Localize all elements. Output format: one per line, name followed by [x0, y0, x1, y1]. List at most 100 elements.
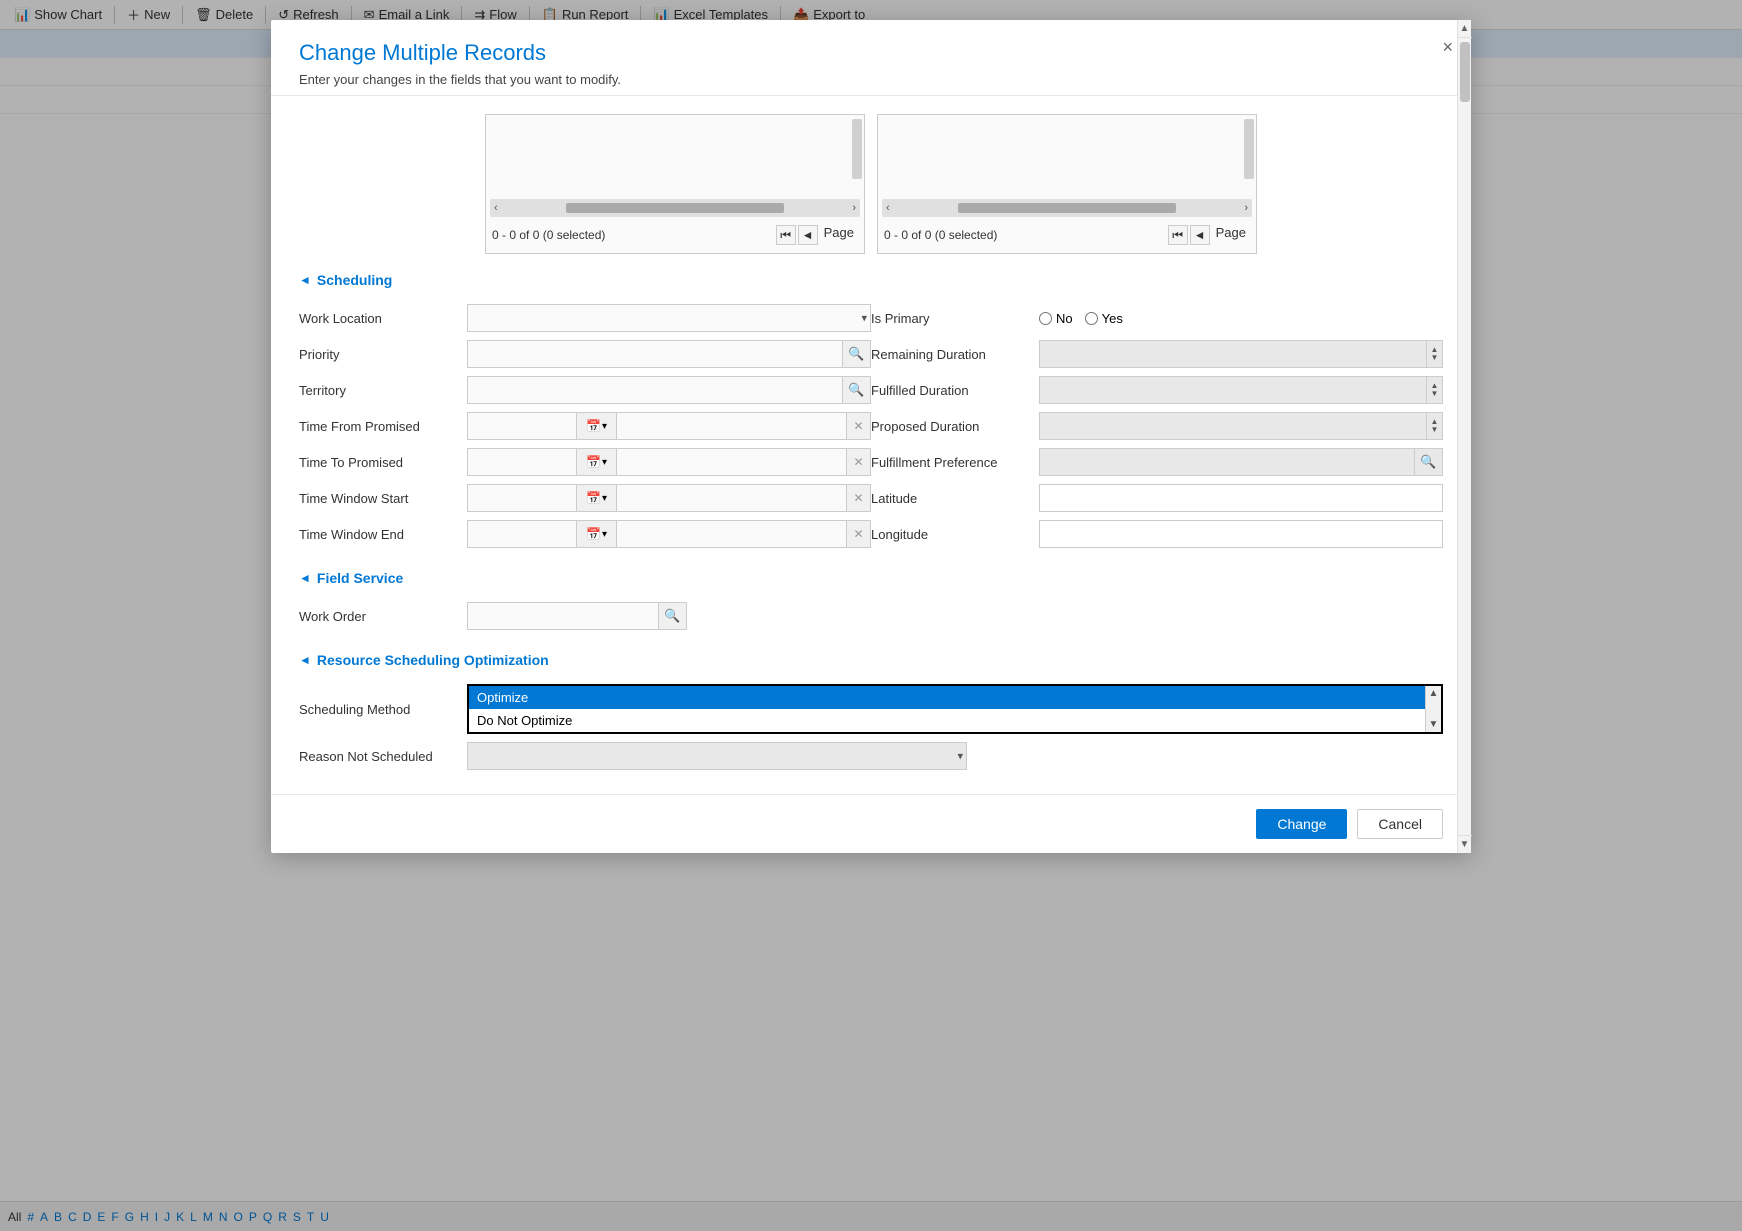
lookup-panel-2-scroll-left[interactable]: ‹	[886, 202, 890, 214]
work-order-lookup-btn[interactable]: 🔍	[659, 602, 687, 630]
longitude-row: Longitude	[871, 516, 1443, 552]
time-window-start-date-input[interactable]	[467, 484, 577, 512]
time-to-promised-date-input[interactable]	[467, 448, 577, 476]
time-window-end-date-input[interactable]	[467, 520, 577, 548]
calendar-icon-4: 📅	[586, 527, 601, 541]
fulfilled-duration-field: ▲ ▼	[1039, 376, 1443, 404]
lookup-panel-1-prev-btn[interactable]: ◄	[798, 225, 818, 245]
time-window-start-dropdown-icon: ▾	[602, 493, 607, 504]
lookup-panel-1-first-btn[interactable]: ⏮	[776, 225, 796, 245]
time-from-promised-date-input[interactable]	[467, 412, 577, 440]
change-button[interactable]: Change	[1256, 809, 1347, 839]
modal-scrollbar-thumb[interactable]	[1460, 42, 1470, 102]
latitude-input[interactable]	[1039, 484, 1443, 512]
close-button[interactable]: ×	[1442, 38, 1453, 56]
scheduling-collapse-icon[interactable]: ◄	[299, 273, 311, 287]
latitude-row: Latitude	[871, 480, 1443, 516]
is-primary-no-radio[interactable]	[1039, 312, 1052, 325]
time-from-promised-time-input[interactable]	[617, 412, 847, 440]
is-primary-label: Is Primary	[871, 311, 1031, 326]
proposed-duration-scroll[interactable]: ▲ ▼	[1427, 412, 1443, 440]
remaining-duration-label: Remaining Duration	[871, 347, 1031, 362]
field-service-section-label: Field Service	[317, 570, 403, 586]
fulfillment-preference-label: Fulfillment Preference	[871, 455, 1031, 470]
scheduling-method-row: Scheduling Method Optimize Do Not Optimi…	[299, 680, 1443, 738]
lookup-panel-1-scroll-left[interactable]: ‹	[494, 202, 498, 214]
fulfillment-preference-row: Fulfillment Preference 🔍	[871, 444, 1443, 480]
scheduling-left-column: Work Location ▾ Priority 🔍	[299, 300, 871, 552]
calendar-icon-3: 📅	[586, 491, 601, 505]
lookup-panel-2-scroll-right[interactable]: ›	[1244, 202, 1248, 214]
priority-input[interactable]	[467, 340, 843, 368]
lookup-panel-1-scrollbar-thumb	[566, 203, 783, 213]
rso-collapse-icon[interactable]: ◄	[299, 653, 311, 667]
time-to-promised-time-input[interactable]	[617, 448, 847, 476]
proposed-duration-input[interactable]	[1039, 412, 1427, 440]
remaining-duration-input[interactable]	[1039, 340, 1427, 368]
is-primary-no-option[interactable]: No	[1039, 311, 1073, 326]
work-location-field: ▾	[467, 304, 871, 332]
time-window-start-row: Time Window Start 📅 ▾ ✕	[299, 480, 871, 516]
longitude-input[interactable]	[1039, 520, 1443, 548]
time-window-end-label: Time Window End	[299, 527, 459, 542]
modal-body: ‹ › 0 - 0 of 0 (0 selected) ⏮ ◄ Page	[271, 96, 1471, 794]
territory-field: 🔍	[467, 376, 871, 404]
field-service-collapse-icon[interactable]: ◄	[299, 571, 311, 585]
time-window-end-clear-btn[interactable]: ✕	[847, 520, 871, 548]
lookup-panel-2-footer: 0 - 0 of 0 (0 selected) ⏮ ◄ Page	[878, 221, 1256, 247]
scheduling-option-do-not-optimize[interactable]: Do Not Optimize	[469, 709, 1441, 732]
lookup-panel-2-prev-btn[interactable]: ◄	[1190, 225, 1210, 245]
scheduling-form-grid: Work Location ▾ Priority 🔍	[299, 300, 1443, 552]
scheduling-right-column: Is Primary No Yes	[871, 300, 1443, 552]
time-to-promised-label: Time To Promised	[299, 455, 459, 470]
remaining-duration-scroll[interactable]: ▲ ▼	[1427, 340, 1443, 368]
scheduling-scroll-down-icon[interactable]: ▼	[1429, 719, 1439, 730]
lookup-panel-2: ‹ › 0 - 0 of 0 (0 selected) ⏮ ◄ Page	[877, 114, 1257, 254]
territory-lookup-btn[interactable]: 🔍	[843, 376, 871, 404]
lookup-panel-1: ‹ › 0 - 0 of 0 (0 selected) ⏮ ◄ Page	[485, 114, 865, 254]
lookup-panel-1-vscrollbar[interactable]	[852, 119, 862, 179]
modal-scroll-up-btn[interactable]: ▲	[1458, 20, 1472, 38]
reason-not-scheduled-row: Reason Not Scheduled ▾	[299, 738, 1443, 774]
scheduling-option-optimize[interactable]: Optimize	[469, 686, 1441, 709]
fulfillment-preference-input[interactable]	[1039, 448, 1415, 476]
is-primary-yes-radio[interactable]	[1085, 312, 1098, 325]
modal-overlay: Change Multiple Records Enter your chang…	[0, 0, 1742, 1231]
longitude-label: Longitude	[871, 527, 1031, 542]
scheduling-method-dropdown[interactable]: Optimize Do Not Optimize ▲ ▼	[467, 684, 1443, 734]
lookup-panel-2-first-btn[interactable]: ⏮	[1168, 225, 1188, 245]
priority-lookup-btn[interactable]: 🔍	[843, 340, 871, 368]
time-to-promised-calendar-icon[interactable]: 📅 ▾	[577, 448, 617, 476]
territory-input[interactable]	[467, 376, 843, 404]
work-location-select[interactable]	[467, 304, 871, 332]
time-from-promised-calendar-icon[interactable]: 📅 ▾	[577, 412, 617, 440]
lookup-panel-1-scroll-right[interactable]: ›	[852, 202, 856, 214]
scheduling-scroll-up-icon[interactable]: ▲	[1429, 688, 1439, 699]
reason-not-scheduled-label: Reason Not Scheduled	[299, 749, 459, 764]
scheduling-method-scrollbar: ▲ ▼	[1425, 686, 1441, 732]
work-order-search-icon: 🔍	[664, 608, 680, 624]
priority-search-icon: 🔍	[848, 346, 864, 362]
time-window-end-calendar-icon[interactable]: 📅 ▾	[577, 520, 617, 548]
time-window-start-clear-btn[interactable]: ✕	[847, 484, 871, 512]
fulfillment-preference-search-icon: 🔍	[1420, 454, 1436, 470]
modal-scroll-down-btn[interactable]: ▼	[1458, 835, 1472, 853]
is-primary-radio-group: No Yes	[1039, 311, 1443, 326]
work-order-input[interactable]	[467, 602, 659, 630]
cancel-button[interactable]: Cancel	[1357, 809, 1443, 839]
fulfilled-duration-scroll[interactable]: ▲ ▼	[1427, 376, 1443, 404]
time-window-start-calendar-icon[interactable]: 📅 ▾	[577, 484, 617, 512]
lookup-panel-2-vscrollbar[interactable]	[1244, 119, 1254, 179]
fulfillment-preference-lookup-btn[interactable]: 🔍	[1415, 448, 1443, 476]
is-primary-yes-label: Yes	[1102, 311, 1123, 326]
remaining-duration-row: Remaining Duration ▲ ▼	[871, 336, 1443, 372]
is-primary-yes-option[interactable]: Yes	[1085, 311, 1123, 326]
reason-not-scheduled-select[interactable]	[467, 742, 967, 770]
fulfilled-duration-input[interactable]	[1039, 376, 1427, 404]
time-from-promised-clear-btn[interactable]: ✕	[847, 412, 871, 440]
time-to-promised-clear-btn[interactable]: ✕	[847, 448, 871, 476]
time-window-start-time-input[interactable]	[617, 484, 847, 512]
time-window-end-time-input[interactable]	[617, 520, 847, 548]
scheduling-method-list: Optimize Do Not Optimize	[469, 686, 1441, 732]
work-location-row: Work Location ▾	[299, 300, 871, 336]
